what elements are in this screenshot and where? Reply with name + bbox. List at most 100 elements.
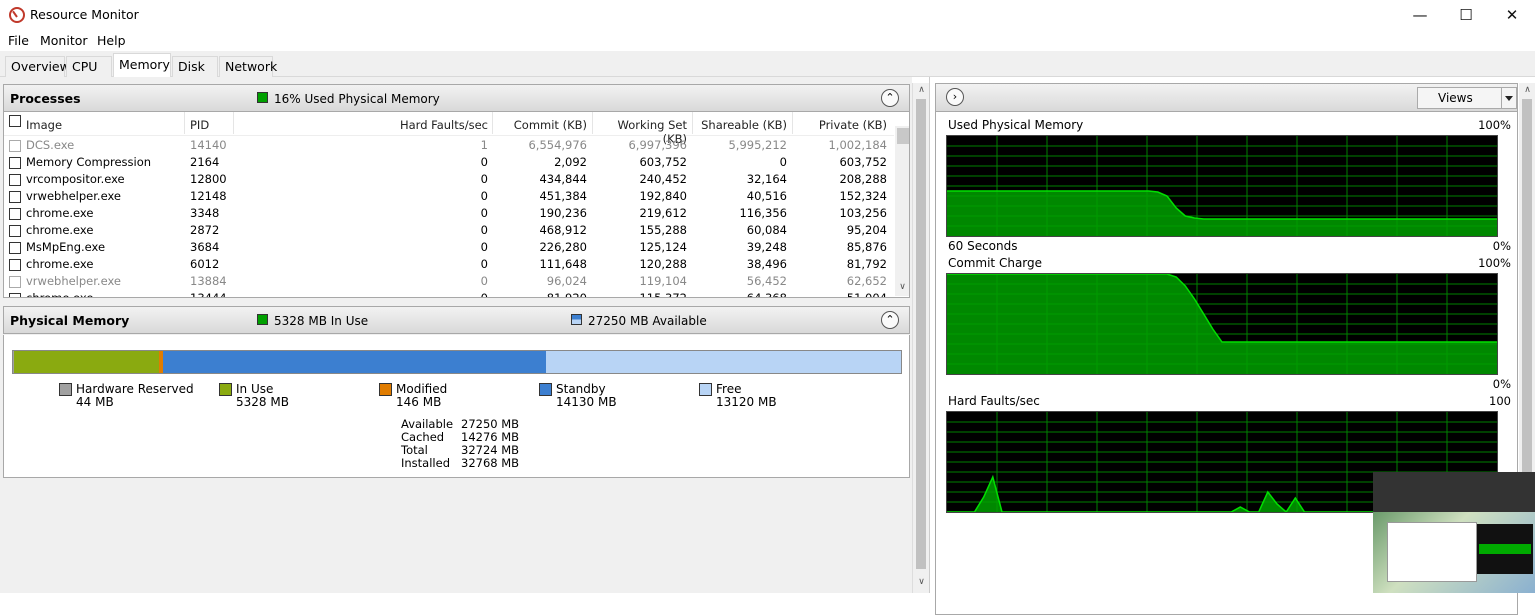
views-button[interactable]: Views — [1417, 87, 1503, 109]
process-working-set: 120,288 — [639, 257, 687, 271]
window-thumbnail-preview[interactable] — [1373, 472, 1535, 593]
scroll-up-arrow[interactable]: ∧ — [913, 85, 930, 95]
used-physical-min: 0% — [1492, 239, 1511, 253]
process-hard-faults: 0 — [480, 155, 488, 169]
processes-title: Processes — [10, 91, 81, 106]
processes-header[interactable]: Processes 16% Used Physical Memory ⌃ — [3, 84, 910, 112]
process-commit: 96,024 — [546, 274, 587, 288]
process-pid: 6012 — [190, 257, 220, 271]
left-pane-scrollbar[interactable]: ∧ ∨ — [912, 83, 929, 593]
select-all-checkbox[interactable] — [9, 115, 21, 127]
col-image[interactable]: Image — [26, 118, 62, 132]
process-commit: 81,920 — [546, 291, 587, 298]
menu-help[interactable]: Help — [97, 33, 126, 48]
process-image: chrome.exe — [26, 223, 94, 237]
process-commit: 111,648 — [539, 257, 587, 271]
table-row[interactable]: vrcompositor.exe 12800 0 434,844 240,452 32,1… — [4, 171, 894, 188]
available-legend-icon — [571, 314, 582, 325]
process-pid: 12800 — [190, 172, 227, 186]
tab-memory[interactable]: Memory — [113, 53, 171, 78]
process-private: 81,792 — [846, 257, 887, 271]
col-pid[interactable]: PID — [190, 118, 209, 132]
tab-cpu[interactable]: CPU — [66, 56, 112, 77]
column-separator — [233, 112, 234, 134]
row-checkbox[interactable] — [9, 208, 21, 220]
commit-charge-graph — [946, 273, 1498, 375]
tab-bar: Overview CPU Memory Disk Network — [0, 51, 1535, 78]
table-row[interactable]: chrome.exe 6012 0 111,648 120,288 38,496 81,79… — [4, 256, 894, 273]
scroll-thumb[interactable] — [897, 128, 909, 144]
process-image: chrome.exe — [26, 291, 94, 298]
process-shareable: 64,368 — [746, 291, 787, 298]
column-separator — [492, 112, 493, 134]
thumbnail-graph-fill — [1479, 544, 1531, 554]
scroll-down-arrow[interactable]: ∨ — [913, 577, 930, 587]
physical-memory-title: Physical Memory — [10, 313, 130, 328]
row-checkbox[interactable] — [9, 191, 21, 203]
chevron-down-icon — [1505, 96, 1513, 101]
row-checkbox[interactable] — [9, 242, 21, 254]
physical-memory-header[interactable]: Physical Memory 5328 MB In Use 27250 MB … — [3, 306, 910, 334]
in-use-legend-icon — [257, 314, 268, 325]
row-checkbox[interactable] — [9, 174, 21, 186]
hard-faults-title: Hard Faults/sec — [948, 394, 1040, 408]
table-row[interactable]: chrome.exe 3348 0 190,236 219,612 116,356 103,… — [4, 205, 894, 222]
stat-value: 14276 MB — [461, 430, 520, 444]
column-separator — [792, 112, 793, 134]
memory-bar-free — [546, 351, 901, 373]
table-row[interactable]: vrwebhelper.exe 13884 0 96,024 119,104 56,452… — [4, 273, 894, 290]
used-physical-memory-graph — [946, 135, 1498, 237]
col-hard-faults[interactable]: Hard Faults/sec — [334, 118, 488, 132]
table-row[interactable]: vrwebhelper.exe 12148 0 451,384 192,840 40,51… — [4, 188, 894, 205]
memory-stats: Available 27250 MB Cached 14276 MB Total 3272… — [401, 417, 521, 473]
process-private: 51,004 — [846, 291, 887, 298]
process-working-set: 603,752 — [639, 155, 687, 169]
views-dropdown-arrow[interactable] — [1501, 87, 1517, 109]
table-row[interactable]: MsMpEng.exe 3684 0 226,280 125,124 39,248 85,8… — [4, 239, 894, 256]
table-row[interactable]: DCS.exe 14140 1 6,554,976 6,997,396 5,995,212… — [4, 137, 894, 154]
legend-swatch — [59, 383, 72, 396]
col-commit[interactable]: Commit (KB) — [494, 118, 587, 132]
row-checkbox[interactable] — [9, 157, 21, 169]
collapse-processes-button[interactable]: ⌃ — [881, 89, 899, 107]
maximize-button[interactable]: ☐ — [1443, 0, 1489, 31]
col-shareable[interactable]: Shareable (KB) — [694, 118, 787, 132]
row-checkbox[interactable] — [9, 225, 21, 237]
legend-value: 146 MB — [396, 395, 442, 409]
tab-disk[interactable]: Disk — [172, 56, 218, 77]
row-checkbox[interactable] — [9, 293, 21, 297]
legend-label: Hardware Reserved — [76, 382, 194, 396]
row-checkbox[interactable] — [9, 140, 21, 152]
table-row[interactable]: Memory Compression 2164 0 2,092 603,752 0 603,… — [4, 154, 894, 171]
menu-monitor[interactable]: Monitor — [40, 33, 88, 48]
process-commit: 451,384 — [539, 189, 587, 203]
menu-file[interactable]: File — [8, 33, 29, 48]
processes-scrollbar[interactable]: ∨ — [894, 126, 909, 296]
commit-charge-max: 100% — [1478, 256, 1511, 270]
expand-pane-button[interactable]: › — [946, 88, 964, 106]
column-separator — [184, 112, 185, 134]
process-commit: 468,912 — [539, 223, 587, 237]
row-checkbox[interactable] — [9, 276, 21, 288]
scroll-thumb[interactable] — [916, 99, 926, 569]
close-button[interactable]: ✕ — [1489, 0, 1535, 31]
tab-network[interactable]: Network — [219, 56, 277, 77]
process-image: vrwebhelper.exe — [26, 274, 121, 288]
process-private: 85,876 — [846, 240, 887, 254]
scroll-down-arrow[interactable]: ∨ — [894, 282, 909, 292]
table-row[interactable]: chrome.exe 13444 0 81,920 115,372 64,368 51,00… — [4, 290, 894, 298]
process-hard-faults: 0 — [480, 240, 488, 254]
menu-bar: File Monitor Help — [0, 31, 1535, 51]
col-private[interactable]: Private (KB) — [794, 118, 887, 132]
process-shareable: 0 — [779, 155, 787, 169]
tab-overview[interactable]: Overview — [5, 56, 70, 77]
collapse-physical-memory-button[interactable]: ⌃ — [881, 311, 899, 329]
scroll-up-arrow[interactable]: ∧ — [1519, 85, 1535, 95]
row-checkbox[interactable] — [9, 259, 21, 271]
thumbnail-graph — [1477, 524, 1533, 574]
process-shareable: 32,164 — [746, 172, 787, 186]
minimize-button[interactable]: — — [1397, 0, 1443, 31]
table-row[interactable]: chrome.exe 2872 0 468,912 155,288 60,084 95,20… — [4, 222, 894, 239]
column-separator — [592, 112, 593, 134]
process-image: vrwebhelper.exe — [26, 189, 121, 203]
